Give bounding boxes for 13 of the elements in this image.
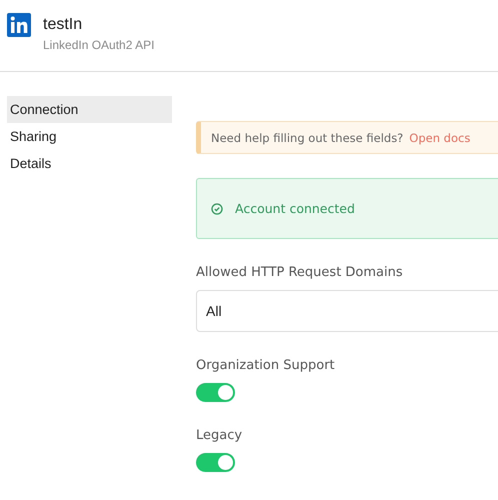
status-text: Account connected	[235, 201, 355, 216]
notice-text: Need help filling out these fields?	[211, 130, 404, 144]
field-label: Legacy	[196, 428, 244, 443]
connection-subtitle: LinkedIn OAuth2 API	[43, 38, 154, 52]
logo-icon	[7, 13, 31, 37]
toggle-switch[interactable]	[196, 453, 235, 472]
sidebar-item[interactable]: Connection	[7, 96, 172, 123]
toggle-switch[interactable]	[196, 383, 235, 402]
field-label: Organization Support	[196, 358, 336, 373]
check-circle-icon	[211, 202, 223, 214]
field-label: Allowed HTTP Request Domains	[196, 265, 404, 280]
domains-select[interactable]: All	[196, 290, 498, 332]
connection-title: testIn	[43, 16, 84, 34]
